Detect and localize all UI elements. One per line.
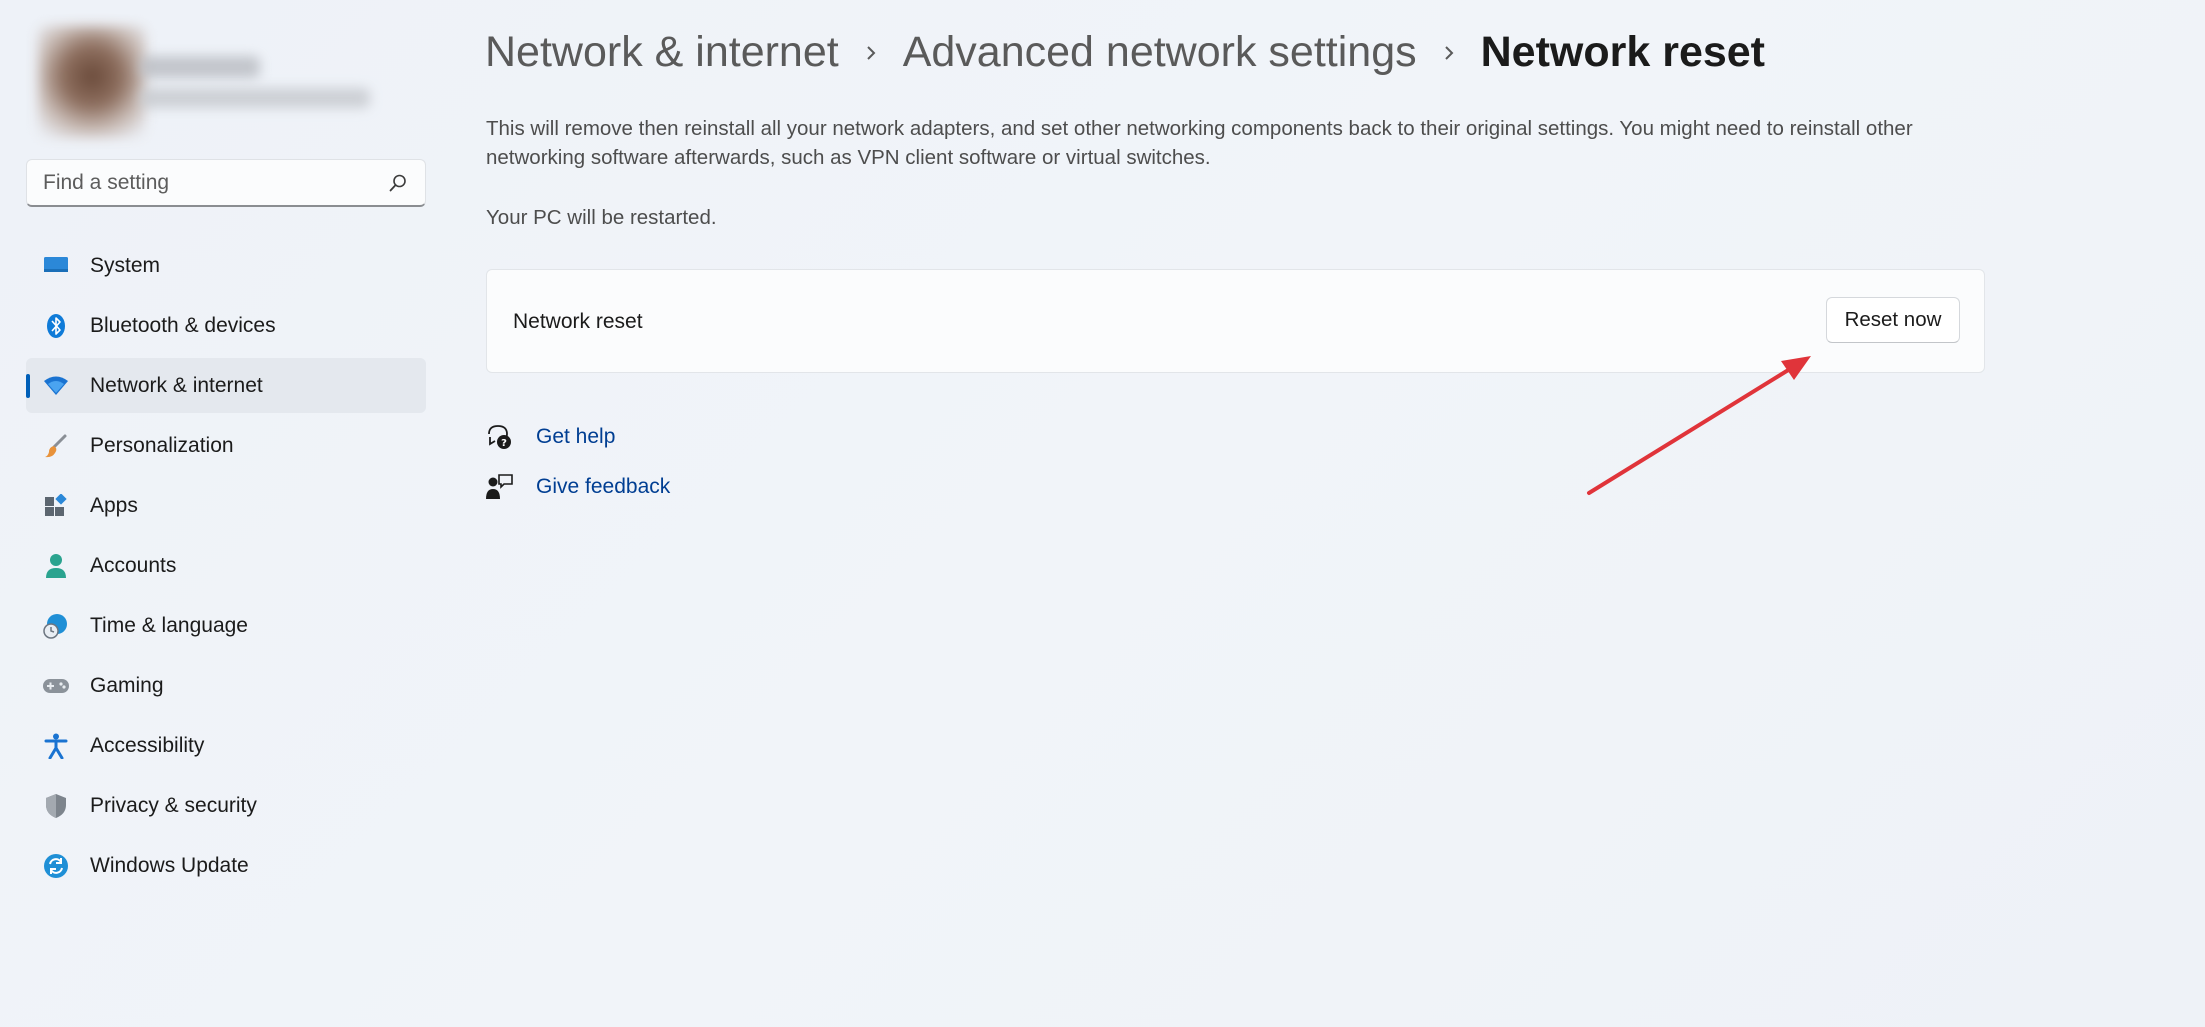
nav-list: System Bluetooth & devices Network & int… <box>26 238 426 898</box>
sidebar-item-label: System <box>90 253 161 277</box>
profile-email-blurred <box>140 88 370 108</box>
sidebar-item-label: Bluetooth & devices <box>90 313 276 337</box>
sidebar-item-system[interactable]: System <box>26 238 426 293</box>
sidebar-item-accessibility[interactable]: Accessibility <box>26 718 426 773</box>
wifi-icon <box>42 372 70 400</box>
sidebar-item-label: Network & internet <box>90 373 263 397</box>
feedback-icon <box>484 472 514 502</box>
reset-now-button[interactable]: Reset now <box>1826 297 1960 343</box>
sidebar-item-bluetooth[interactable]: Bluetooth & devices <box>26 298 426 353</box>
svg-text:?: ? <box>501 438 507 449</box>
avatar <box>38 26 146 138</box>
get-help-row[interactable]: ? Get help <box>484 422 615 452</box>
search-icon[interactable] <box>387 172 409 194</box>
sidebar-item-label: Gaming <box>90 673 164 697</box>
restart-note: Your PC will be restarted. <box>486 206 717 229</box>
sidebar-item-windows-update[interactable]: Windows Update <box>26 838 426 893</box>
bluetooth-icon <box>42 312 70 340</box>
sidebar-item-label: Apps <box>90 493 138 517</box>
breadcrumb: Network & internet Advanced network sett… <box>485 28 1765 77</box>
sidebar-item-network[interactable]: Network & internet <box>26 358 426 413</box>
update-icon <box>42 852 70 880</box>
sidebar-item-label: Privacy & security <box>90 793 257 817</box>
monitor-icon <box>42 252 70 280</box>
breadcrumb-advanced-network-settings[interactable]: Advanced network settings <box>903 28 1417 77</box>
chevron-right-icon <box>839 43 903 63</box>
sidebar-item-privacy-security[interactable]: Privacy & security <box>26 778 426 833</box>
reset-description: This will remove then reinstall all your… <box>486 117 1913 169</box>
sidebar-item-label: Personalization <box>90 433 234 457</box>
sidebar-item-gaming[interactable]: Gaming <box>26 658 426 713</box>
sidebar-item-label: Time & language <box>90 613 248 637</box>
sidebar-item-label: Windows Update <box>90 853 249 877</box>
search-input[interactable] <box>43 170 387 195</box>
accessibility-icon <box>42 732 70 760</box>
gamepad-icon <box>42 672 70 700</box>
get-help-icon: ? <box>484 422 514 452</box>
sidebar-item-personalization[interactable]: Personalization <box>26 418 426 473</box>
sidebar-item-time-language[interactable]: Time & language <box>26 598 426 653</box>
person-icon <box>42 552 70 580</box>
sidebar-item-accounts[interactable]: Accounts <box>26 538 426 593</box>
give-feedback-row[interactable]: Give feedback <box>484 472 670 502</box>
network-reset-card: Network reset Reset now <box>486 269 1985 373</box>
breadcrumb-network-internet[interactable]: Network & internet <box>485 28 839 77</box>
card-label: Network reset <box>513 310 643 333</box>
chevron-right-icon <box>1417 43 1481 63</box>
search-box[interactable] <box>26 159 426 207</box>
sidebar-item-apps[interactable]: Apps <box>26 478 426 533</box>
get-help-link[interactable]: Get help <box>536 425 615 449</box>
brush-icon <box>42 432 70 460</box>
give-feedback-link[interactable]: Give feedback <box>536 475 670 499</box>
globe-clock-icon <box>42 612 70 640</box>
profile-name-blurred <box>140 56 260 78</box>
sidebar: System Bluetooth & devices Network & int… <box>0 0 440 1027</box>
page-title: Network reset <box>1480 28 1766 76</box>
shield-icon <box>42 792 70 820</box>
sidebar-item-label: Accounts <box>90 553 177 577</box>
apps-icon <box>42 492 70 520</box>
user-profile[interactable] <box>28 26 370 141</box>
sidebar-item-label: Accessibility <box>90 733 205 757</box>
